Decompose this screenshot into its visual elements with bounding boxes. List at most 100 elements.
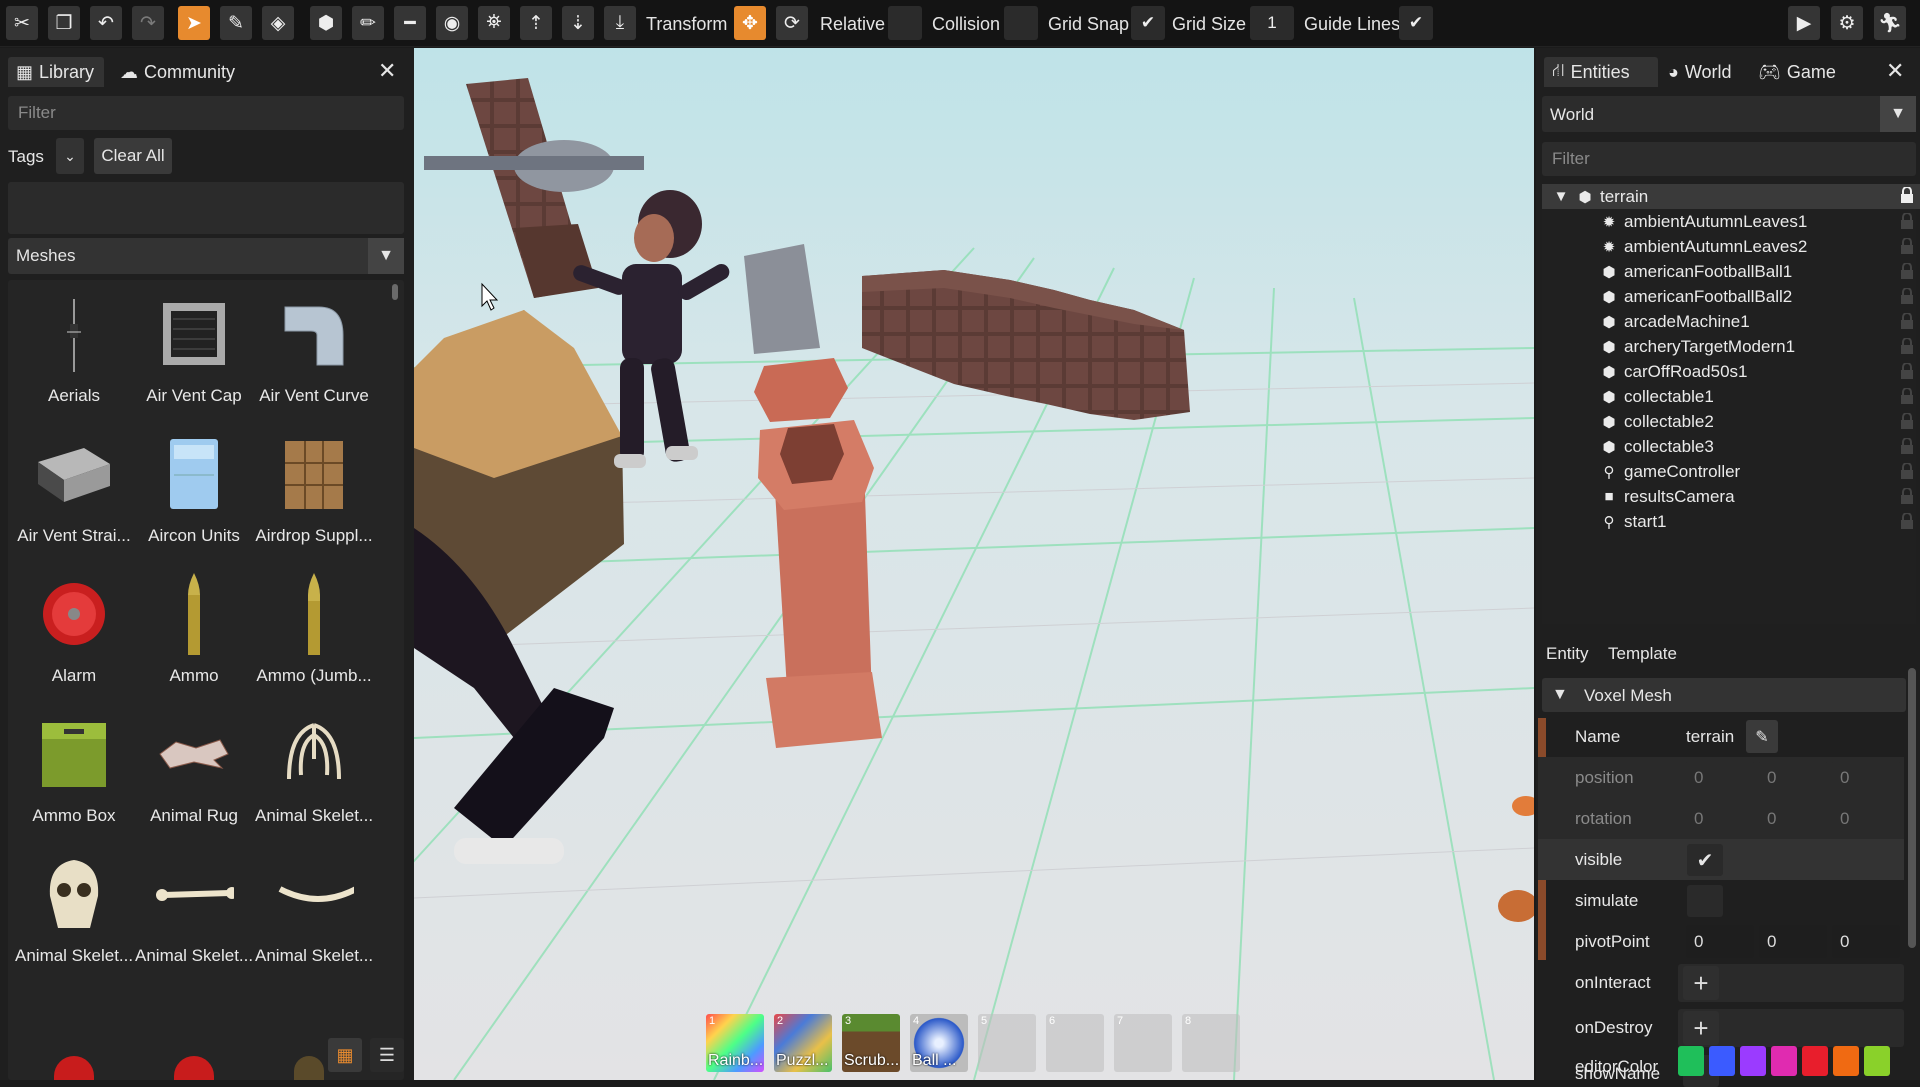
mesh-item[interactable]: Aerials [15,294,133,406]
mesh-item[interactable]: Ammo (Jumb... [255,573,373,686]
tree-row[interactable]: ⬢ carOffRoad50s1 [1542,359,1920,384]
spawn-tool-button[interactable]: ⛯ [478,6,510,40]
entities-filter-input[interactable]: Filter [1542,142,1916,176]
settings-button[interactable]: ⚙ [1831,6,1863,40]
tree-row[interactable]: ✹ ambientAutumnLeaves1 [1542,209,1920,234]
hotbar-slot[interactable]: 6 [1046,1014,1104,1072]
color-swatch[interactable] [1802,1046,1828,1076]
color-swatch[interactable] [1771,1046,1797,1076]
mesh-item[interactable]: Animal Skelet... [255,714,373,826]
tree-row-terrain[interactable]: ▼ ⬢ terrain [1542,184,1920,209]
tree-row[interactable]: ⬢ americanFootballBall1 [1542,259,1920,284]
lower-button[interactable]: ⇣ [562,6,594,40]
mesh-item[interactable]: Animal Skelet... [135,854,253,966]
mesh-item[interactable]: Aircon Units [135,434,253,546]
tree-row[interactable]: ⬢ collectable3 [1542,434,1920,459]
lock-icon[interactable] [1900,487,1914,505]
move-gizmo-button[interactable]: ✥ [734,6,766,40]
mesh-item[interactable]: Alarm [15,574,133,686]
category-dropdown-button[interactable]: ▼ [368,238,404,274]
tree-row[interactable]: ✹ ambientAutumnLeaves2 [1542,234,1920,259]
mesh-item[interactable]: Air Vent Curve [255,294,373,406]
list-view-button[interactable]: ☰ [370,1038,404,1072]
lock-icon[interactable] [1900,462,1914,480]
mesh-item[interactable]: Airdrop Suppl... [255,434,373,546]
color-swatch[interactable] [1740,1046,1766,1076]
tab-entity[interactable]: Entity [1546,644,1589,664]
tree-row[interactable]: ⚲ gameController [1542,459,1920,484]
mesh-item[interactable]: Air Vent Strai... [15,434,133,546]
rotation-y-input[interactable]: 0 [1759,802,1827,835]
rotation-z-input[interactable]: 0 [1832,802,1900,835]
scope-select[interactable]: World ▼ [1542,96,1916,132]
hotbar-slot[interactable]: 1 Rainb... [706,1014,764,1072]
line-tool-button[interactable]: ━ [394,6,426,40]
cube-tool-button[interactable]: ⬢ [310,6,342,40]
mesh-item[interactable]: Animal Skelet... [15,854,133,966]
grid-snap-toggle[interactable]: ✔ [1131,6,1165,40]
pivot-z-input[interactable]: 0 [1832,925,1900,958]
lock-icon[interactable] [1900,287,1914,305]
lock-icon[interactable] [1900,237,1914,255]
hotbar-slot[interactable]: 7 [1114,1014,1172,1072]
rename-button[interactable]: ✎ [1746,720,1778,753]
lock-icon[interactable] [1900,186,1914,204]
tags-area[interactable] [8,182,404,234]
lock-icon[interactable] [1900,437,1914,455]
hotbar-slot[interactable]: 5 [978,1014,1036,1072]
raise-button[interactable]: ⇡ [520,6,552,40]
character-button[interactable]: 🏃︎ [1874,6,1906,40]
lock-icon[interactable] [1900,337,1914,355]
pencil-tool-button[interactable]: ✏ [352,6,384,40]
category-select[interactable]: Meshes ▼ [8,238,404,274]
tab-entities[interactable]: ⛙ Entities [1544,57,1658,87]
lock-icon[interactable] [1900,512,1914,530]
hotbar-slot[interactable]: 2 Puzzl... [774,1014,832,1072]
lock-icon[interactable] [1900,312,1914,330]
clear-all-button[interactable]: Clear All [94,138,172,174]
undo-button[interactable]: ↶ [90,6,122,40]
tree-row[interactable]: ⬢ collectable2 [1542,409,1920,434]
color-swatch[interactable] [1709,1046,1735,1076]
add-on-interact-button[interactable]: + [1683,966,1719,1000]
tab-template[interactable]: Template [1608,644,1677,664]
collision-toggle[interactable] [1004,6,1038,40]
tab-community[interactable]: ☁ Community [112,57,252,87]
cut-button[interactable]: ✂ [6,6,38,40]
name-value[interactable]: terrain [1686,727,1734,747]
library-scrollbar[interactable] [392,284,398,300]
lock-icon[interactable] [1900,412,1914,430]
close-entities-button[interactable]: ✕ [1886,58,1904,84]
lock-icon[interactable] [1900,362,1914,380]
tags-dropdown[interactable]: ⌄ [56,138,84,174]
eyedropper-tool-button[interactable]: ✎ [220,6,252,40]
color-swatch[interactable] [1833,1046,1859,1076]
position-x-input[interactable]: 0 [1686,761,1754,794]
lock-icon[interactable] [1900,387,1914,405]
simulate-checkbox[interactable] [1687,885,1723,917]
mesh-item[interactable]: Air Vent Cap [135,294,253,406]
relative-toggle[interactable] [888,6,922,40]
tab-world[interactable]: ◕ World [1660,57,1744,87]
tab-library[interactable]: ▦ Library [8,57,104,87]
voxel-mesh-section-header[interactable]: ▼ Voxel Mesh [1542,678,1906,712]
color-swatch[interactable] [1864,1046,1890,1076]
mesh-item[interactable]: Ammo [135,573,253,686]
position-y-input[interactable]: 0 [1759,761,1827,794]
rotation-x-input[interactable]: 0 [1686,802,1754,835]
pivot-x-input[interactable]: 0 [1686,925,1754,958]
mesh-item[interactable]: Animal Rug [135,714,253,826]
tree-row[interactable]: ⬢ arcadeMachine1 [1542,309,1920,334]
close-library-button[interactable]: ✕ [378,58,396,84]
redo-button[interactable]: ↷ [132,6,164,40]
copy-button[interactable]: ❐ [48,6,80,40]
visible-checkbox[interactable]: ✔ [1687,844,1723,876]
position-z-input[interactable]: 0 [1832,761,1900,794]
hotbar-slot[interactable]: 4 Ball ... [910,1014,968,1072]
fill-tool-button[interactable]: ◉ [436,6,468,40]
tree-row[interactable]: ■ resultsCamera [1542,484,1920,509]
tree-row[interactable]: ⬢ collectable1 [1542,384,1920,409]
lock-icon[interactable] [1900,212,1914,230]
pivot-y-input[interactable]: 0 [1759,925,1827,958]
inspector-scrollbar[interactable] [1908,668,1916,948]
